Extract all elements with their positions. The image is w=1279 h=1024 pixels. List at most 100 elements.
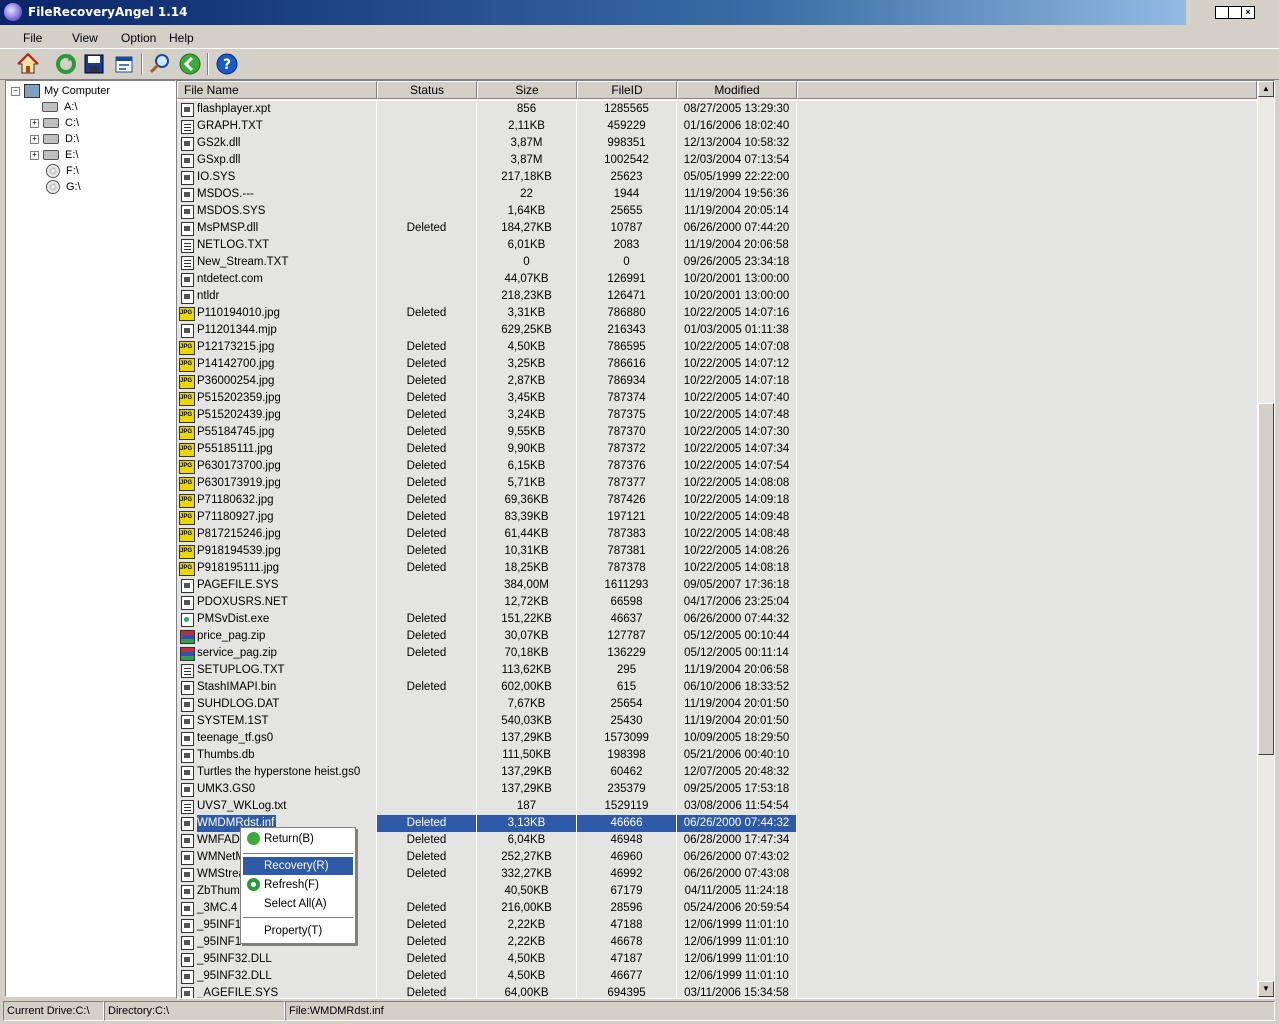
tree-item-drive-a[interactable]: A:\ — [42, 99, 77, 115]
table-row[interactable]: P36000254.jpg Deleted2,87KB78693410/22/20… — [177, 373, 1257, 391]
table-row[interactable]: New_Stream.TXT 0 0 09/26/2005 23:34:18 — [177, 254, 1257, 272]
table-row[interactable]: P11201344.mjp 629,25KB 216343 01/03/2005 01… — [177, 322, 1257, 340]
cell-modified: 10/22/2005 14:09:48 — [677, 509, 797, 526]
title-bar[interactable]: FileRecoveryAngel 1.14 × — [0, 0, 1279, 25]
cell-modified: 10/22/2005 14:07:12 — [677, 356, 797, 373]
cell-modified: 09/25/2005 17:53:18 — [677, 781, 797, 798]
properties-icon[interactable] — [112, 52, 136, 76]
menu-item-refresh[interactable]: Refresh(F) — [243, 876, 353, 894]
scroll-down-icon[interactable]: ▼ — [1258, 981, 1274, 997]
folder-tree[interactable]: − My Computer A:\ + C:\ + D:\ + E:\ F:\ G:\ — [5, 80, 176, 997]
table-row[interactable]: P817215246.jpg Deleted61,44KB78738310/22/… — [177, 526, 1257, 544]
menu-file[interactable]: File — [23, 31, 42, 45]
expand-icon[interactable]: + — [30, 118, 39, 128]
table-row[interactable]: P630173919.jpg Deleted5,71KB78737710/22/2… — [177, 475, 1257, 493]
table-row[interactable]: Turtles the hyperstone heist.gs0 137,29KB… — [177, 764, 1257, 782]
table-row[interactable]: _95INF32.DLL Deleted 4,50KB 46677 12/06/1999… — [177, 968, 1257, 986]
table-row[interactable]: P12173215.jpg Deleted4,50KB78659510/22/20… — [177, 339, 1257, 357]
table-row[interactable]: P515202439.jpg Deleted3,24KB78737510/22/2… — [177, 407, 1257, 425]
table-row[interactable]: teenage_tf.gs0 137,29KB 1573099 10/09/2005 … — [177, 730, 1257, 748]
table-row[interactable]: ntdetect.com 44,07KB 126991 10/20/2001 13:0… — [177, 271, 1257, 289]
table-row[interactable]: PMSvDist.exe Deleted 151,22KB 46637 06/26/20… — [177, 611, 1257, 629]
tree-item-drive-f[interactable]: F:\ — [46, 163, 79, 179]
tree-item-drive-g[interactable]: G:\ — [46, 179, 81, 195]
cell-file-name: P55184745.jpg — [177, 424, 377, 441]
table-row[interactable]: GSxp.dll 3,87M 1002542 12/03/2004 07:13:54 — [177, 152, 1257, 170]
table-row[interactable]: P14142700.jpg Deleted3,25KB78661610/22/20… — [177, 356, 1257, 374]
table-row[interactable]: P918195111.jpg Deleted18,25KB78737810/22/… — [177, 560, 1257, 578]
close-button[interactable]: × — [1241, 6, 1255, 19]
sys-file-icon — [181, 783, 194, 797]
table-row[interactable]: GS2k.dll 3,87M 998351 12/13/2004 10:58:32 — [177, 135, 1257, 153]
cell-status: Deleted — [377, 611, 477, 628]
vertical-scrollbar[interactable]: ▲ ▼ — [1258, 81, 1274, 998]
scrollbar-thumb[interactable] — [1258, 403, 1274, 755]
menu-item-select-all[interactable]: Select All(A) — [243, 895, 353, 913]
menu-help[interactable]: Help — [169, 31, 194, 45]
table-row[interactable]: P515202359.jpg Deleted3,45KB78737410/22/2… — [177, 390, 1257, 408]
menu-item-label: Return(B) — [264, 833, 314, 845]
table-row[interactable]: UMK3.GS0 137,29KB 235379 09/25/2005 17:53:1… — [177, 781, 1257, 799]
file-name: ntdetect.com — [197, 273, 263, 285]
cell-size: 602,00KB — [477, 679, 577, 696]
table-row[interactable]: Thumbs.db 111,50KB 198398 05/21/2006 00:40:… — [177, 747, 1257, 765]
save-icon[interactable] — [82, 52, 106, 76]
tree-item-label: My Computer — [44, 85, 111, 97]
table-row[interactable]: P55184745.jpg Deleted9,55KB78737010/22/20… — [177, 424, 1257, 442]
table-row[interactable]: MSDOS.SYS 1,64KB 25655 11/19/2004 20:05:14 — [177, 203, 1257, 221]
table-row[interactable]: service_pag.zip Deleted 70,18KB 136229 05/12… — [177, 645, 1257, 663]
menu-option[interactable]: Option — [121, 31, 156, 45]
table-row[interactable]: MsPMSP.dll Deleted 184,27KB 10787 06/26/2000… — [177, 220, 1257, 238]
table-row[interactable]: NETLOG.TXT 6,01KB 2083 11/19/2004 20:06:58 — [177, 237, 1257, 255]
expand-icon[interactable]: + — [30, 150, 39, 160]
table-row[interactable]: UVS7_WKLog.txt 187 1529119 03/08/2006 11:54… — [177, 798, 1257, 816]
back-icon[interactable] — [178, 52, 202, 76]
table-row[interactable]: ntldr 218,23KB 126471 10/20/2001 13:00:00 — [177, 288, 1257, 306]
table-row[interactable]: P918194539.jpg Deleted10,31KB78738110/22/… — [177, 543, 1257, 561]
cell-size: 2,22KB — [477, 934, 577, 951]
table-row[interactable]: SETUPLOG.TXT 113,62KB 295 11/19/2004 20:06:… — [177, 662, 1257, 680]
column-header-size[interactable]: Size — [477, 81, 577, 99]
table-row[interactable]: P71180632.jpg Deleted69,36KB78742610/22/2… — [177, 492, 1257, 510]
refresh-icon[interactable] — [54, 52, 78, 76]
table-row[interactable]: P71180927.jpg Deleted83,39KB19712110/22/2… — [177, 509, 1257, 527]
table-row[interactable]: GRAPH.TXT 2,11KB 459229 01/16/2006 18:02:40 — [177, 118, 1257, 136]
search-icon[interactable] — [148, 52, 172, 76]
tree-item-drive-d[interactable]: + D:\ — [30, 131, 79, 147]
column-header-modified[interactable]: Modified — [677, 81, 797, 99]
table-row[interactable]: price_pag.zip Deleted 30,07KB 127787 05/12/2… — [177, 628, 1257, 646]
table-row[interactable]: _95INF32.DLL Deleted 4,50KB 47187 12/06/1999… — [177, 951, 1257, 969]
table-row[interactable]: PDOXUSRS.NET 12,72KB 66598 04/17/2006 23:25… — [177, 594, 1257, 612]
collapse-icon[interactable]: − — [11, 86, 20, 96]
menu-item-property[interactable]: Property(T) — [243, 922, 353, 940]
table-row[interactable]: flashplayer.xpt 856 1285565 08/27/2005 13:2… — [177, 101, 1257, 119]
maximize-button[interactable] — [1228, 6, 1242, 19]
help-icon[interactable]: ? — [215, 52, 239, 76]
column-header-file-name[interactable]: File Name — [177, 81, 377, 99]
scroll-up-icon[interactable]: ▲ — [1258, 81, 1274, 97]
column-header-status[interactable]: Status — [377, 81, 477, 99]
home-icon[interactable] — [16, 52, 40, 76]
table-row[interactable]: P110194010.jpg Deleted3,31KB78688010/22/2… — [177, 305, 1257, 323]
table-row[interactable]: PAGEFILE.SYS 384,00M 1611293 09/05/2007 17:… — [177, 577, 1257, 595]
menu-item-return[interactable]: Return(B) — [243, 830, 353, 848]
table-row[interactable]: SUHDLOG.DAT 7,67KB 25654 11/19/2004 20:01:5… — [177, 696, 1257, 714]
tree-item-drive-e[interactable]: + E:\ — [30, 147, 78, 163]
tree-item-drive-c[interactable]: + C:\ — [30, 115, 79, 131]
menu-view[interactable]: View — [72, 31, 98, 45]
column-header-fileid[interactable]: FileID — [577, 81, 677, 99]
expand-icon[interactable]: + — [30, 134, 39, 144]
table-row[interactable]: _AGEFILE.SYS Deleted 64,00KB 694395 03/11/20… — [177, 985, 1257, 998]
table-row[interactable]: P630173700.jpg Deleted6,15KB78737610/22/2… — [177, 458, 1257, 476]
cell-modified: 01/03/2005 01:11:38 — [677, 322, 797, 339]
table-row[interactable]: IO.SYS 217,18KB 25623 05/05/1999 22:22:00 — [177, 169, 1257, 187]
minimize-button[interactable] — [1215, 6, 1229, 19]
tree-item-my-computer[interactable]: − My Computer — [11, 83, 110, 99]
table-row[interactable]: SYSTEM.1ST 540,03KB 25430 11/19/2004 20:01:… — [177, 713, 1257, 731]
cell-modified: 10/22/2005 14:07:40 — [677, 390, 797, 407]
cell-file-name: StashIMAPI.bin — [177, 679, 377, 696]
table-row[interactable]: P55185111.jpg Deleted9,90KB78737210/22/20… — [177, 441, 1257, 459]
table-row[interactable]: StashIMAPI.bin Deleted 602,00KB 615 06/10/20… — [177, 679, 1257, 697]
menu-item-recovery[interactable]: Recovery(R) — [243, 857, 353, 875]
table-row[interactable]: MSDOS.--- 22 1944 11/19/2004 19:56:36 — [177, 186, 1257, 204]
